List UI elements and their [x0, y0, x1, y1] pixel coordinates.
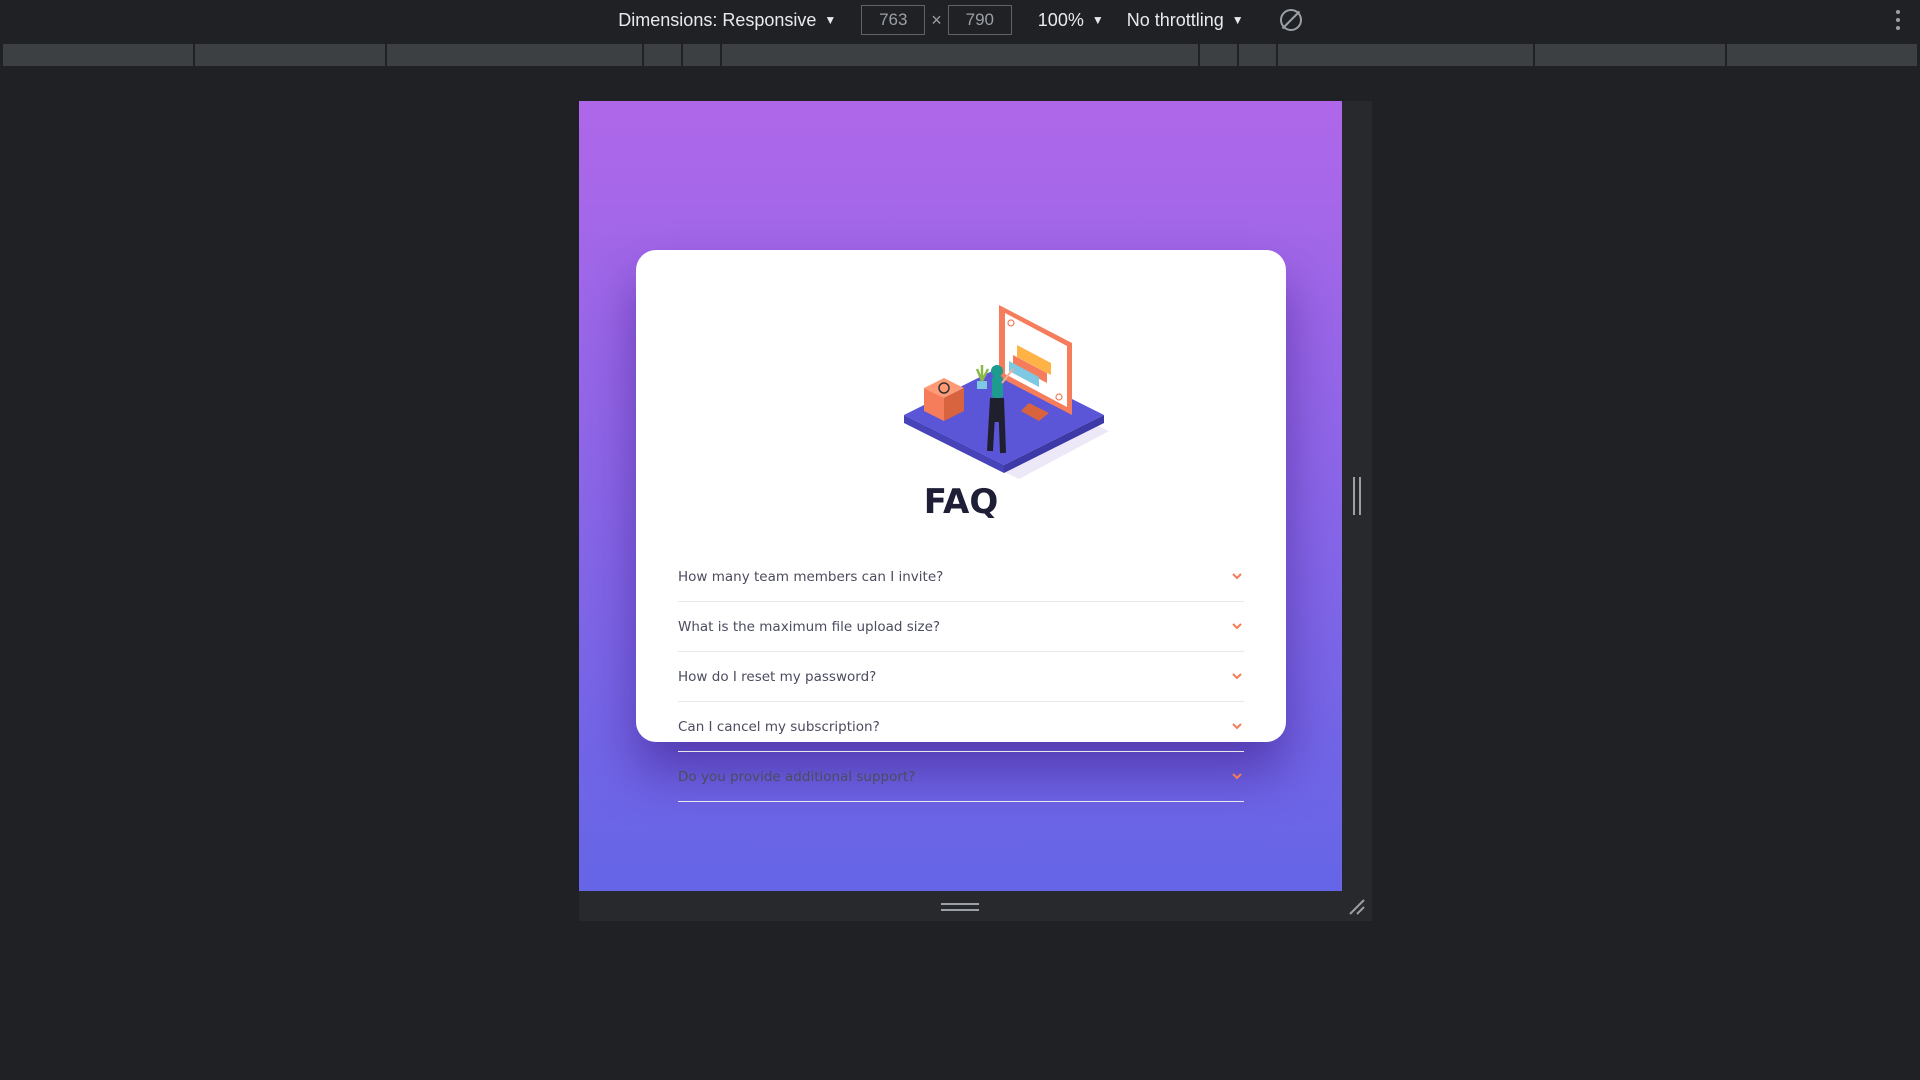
faq-item[interactable]: What is the maximum file upload size? [678, 602, 1244, 652]
faq-question: Do you provide additional support? [678, 768, 916, 785]
height-input[interactable]: 790 [947, 5, 1012, 35]
media-query-segment[interactable] [722, 44, 1198, 66]
faq-item[interactable]: Do you provide additional support? [678, 752, 1244, 802]
media-query-segment[interactable] [644, 44, 681, 66]
media-query-segment[interactable] [1727, 44, 1917, 66]
device-toolbar: Dimensions: Responsive ▼ 763 × 790 100% … [0, 0, 1920, 40]
media-query-segment[interactable] [1200, 44, 1237, 66]
faq-title: FAQ [923, 482, 999, 522]
throttling-dropdown[interactable]: No throttling ▼ [1127, 10, 1244, 31]
resize-corner-icon[interactable] [1348, 898, 1366, 916]
media-query-segment[interactable] [195, 44, 385, 66]
chevron-down-icon [1232, 773, 1242, 780]
media-query-bar [0, 42, 1920, 68]
chevron-down-icon [1232, 623, 1242, 630]
width-input[interactable]: 763 [861, 5, 926, 35]
faq-card: FAQ How many team members can I invite? … [636, 250, 1286, 802]
dimensions-dropdown[interactable]: Dimensions: Responsive ▼ [618, 10, 836, 31]
faq-list: How many team members can I invite? What… [678, 552, 1244, 802]
faq-item[interactable]: How do I reset my password? [678, 652, 1244, 702]
zoom-dropdown[interactable]: 100% ▼ [1038, 10, 1104, 31]
resize-handle-right[interactable] [1353, 477, 1361, 515]
resize-handle-bottom[interactable] [941, 903, 979, 911]
chevron-down-icon [1232, 673, 1242, 680]
zoom-label: 100% [1037, 9, 1084, 30]
faq-question: Can I cancel my subscription? [678, 718, 880, 735]
media-query-segment[interactable] [1535, 44, 1725, 66]
rotate-icon[interactable] [1279, 9, 1302, 31]
caret-down-icon: ▼ [1231, 13, 1244, 27]
emulated-viewport: FAQ How many team members can I invite? … [579, 101, 1342, 891]
kebab-icon[interactable] [1896, 10, 1900, 30]
media-query-segment[interactable] [387, 44, 642, 66]
throttling-label: No throttling [1126, 9, 1224, 30]
faq-question: How many team members can I invite? [678, 568, 944, 585]
chevron-down-icon [1232, 573, 1242, 580]
caret-down-icon: ▼ [824, 13, 837, 27]
faq-question: How do I reset my password? [678, 668, 877, 685]
dimensions-label: Dimensions: Responsive [618, 9, 817, 30]
faq-item[interactable]: How many team members can I invite? [678, 552, 1244, 602]
caret-down-icon: ▼ [1091, 13, 1104, 27]
faq-question: What is the maximum file upload size? [678, 618, 941, 635]
media-query-segment[interactable] [683, 44, 720, 66]
faq-item[interactable]: Can I cancel my subscription? [678, 702, 1244, 752]
dimension-separator: × [931, 9, 942, 30]
media-query-segment[interactable] [1239, 44, 1276, 66]
media-query-segment[interactable] [1278, 44, 1533, 66]
media-query-segment[interactable] [3, 44, 193, 66]
chevron-down-icon [1232, 723, 1242, 730]
